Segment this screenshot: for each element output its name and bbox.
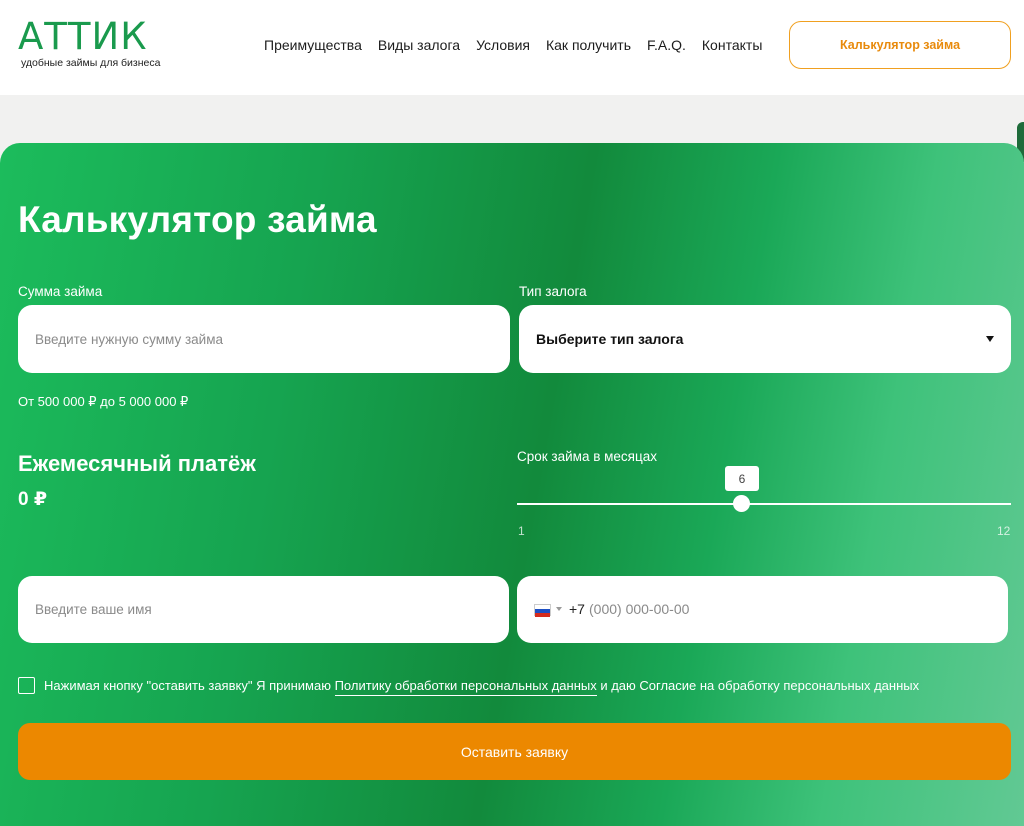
phone-country-code: +7 <box>569 601 585 617</box>
logo-text: АТТИК <box>18 15 148 58</box>
term-slider-handle[interactable] <box>733 495 750 512</box>
consent-text: Нажимая кнопку "оставить заявку" Я прини… <box>44 678 920 696</box>
amount-hint: От 500 000 ₽ до 5 000 000 ₽ <box>18 394 189 409</box>
nav-link-faq[interactable]: F.A.Q. <box>647 37 686 53</box>
phone-placeholder: (000) 000-00-00 <box>589 601 690 617</box>
term-value-tooltip: 6 <box>725 466 759 491</box>
term-slider-track[interactable] <box>517 503 1011 505</box>
collateral-select[interactable]: Выберите тип залога <box>519 305 1011 373</box>
consent-text-after: и даю Согласие на обработку персональных… <box>596 678 920 693</box>
logo[interactable]: АТТИК удобные займы для бизнеса <box>18 15 161 70</box>
submit-button[interactable]: Оставить заявку <box>18 723 1011 780</box>
logo-tagline: удобные займы для бизнеса <box>21 57 161 69</box>
monthly-payment-value: 0 ₽ <box>18 489 48 510</box>
name-input[interactable]: Введите ваше имя <box>18 576 509 643</box>
country-dropdown-icon[interactable] <box>556 607 562 611</box>
consent-text-before: Нажимая кнопку "оставить заявку" Я прини… <box>44 678 335 693</box>
privacy-policy-link[interactable]: Политику обработки персональных данных <box>334 678 597 696</box>
main-nav: Преимущества Виды залога Условия Как пол… <box>264 37 778 53</box>
chevron-down-icon <box>986 336 994 342</box>
collateral-label: Тип залога <box>519 284 587 299</box>
ru-flag-icon[interactable] <box>534 604 551 617</box>
name-placeholder: Введите ваше имя <box>35 602 152 617</box>
amount-input[interactable]: Введите нужную сумму займа <box>18 305 510 373</box>
amount-placeholder: Введите нужную сумму займа <box>35 331 224 347</box>
nav-link-contacts[interactable]: Контакты <box>702 37 762 53</box>
collateral-selected: Выберите тип залога <box>536 331 684 347</box>
term-label: Срок займа в месяцах <box>517 449 657 464</box>
amount-label: Сумма займа <box>18 284 103 299</box>
site-header: АТТИК удобные займы для бизнеса Преимуще… <box>0 0 1024 95</box>
term-min: 1 <box>518 524 525 538</box>
nav-link-collateral-types[interactable]: Виды залога <box>378 37 460 53</box>
phone-input[interactable]: +7 (000) 000-00-00 <box>517 576 1008 643</box>
consent-checkbox[interactable] <box>18 677 35 694</box>
nav-link-conditions[interactable]: Условия <box>476 37 530 53</box>
loan-calculator-button[interactable]: Калькулятор займа <box>789 21 1011 69</box>
nav-link-how-to-get[interactable]: Как получить <box>546 37 631 53</box>
nav-link-advantages[interactable]: Преимущества <box>264 37 362 53</box>
calculator-title: Калькулятор займа <box>18 199 377 240</box>
monthly-payment-label: Ежемесячный платёж <box>18 451 256 476</box>
term-max: 12 <box>997 524 1011 538</box>
